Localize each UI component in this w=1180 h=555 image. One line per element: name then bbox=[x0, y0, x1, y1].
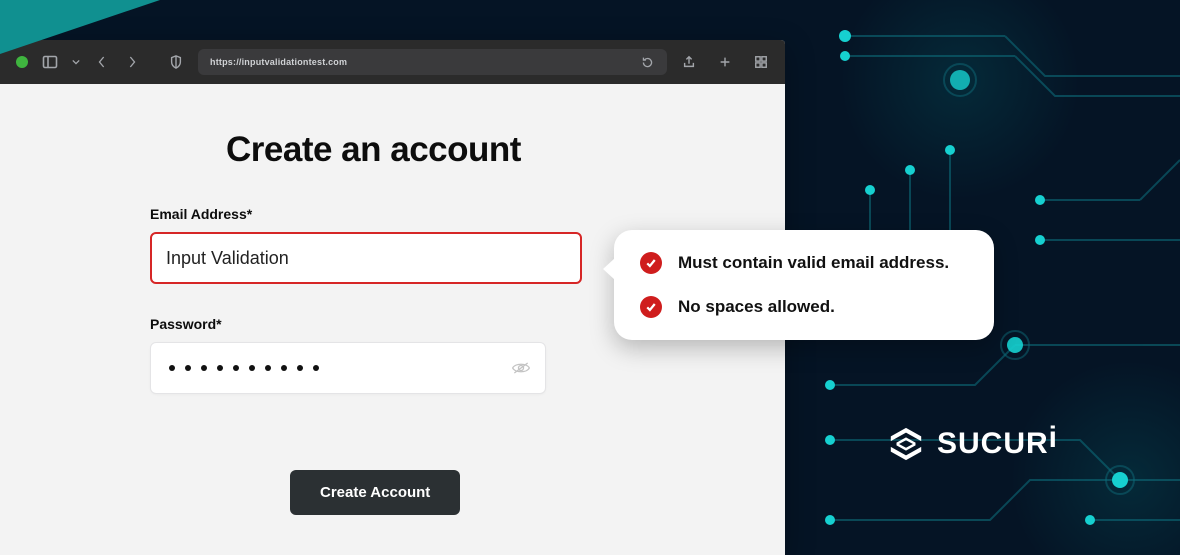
back-icon[interactable] bbox=[94, 54, 110, 70]
tabs-grid-icon[interactable] bbox=[753, 54, 769, 70]
password-input[interactable] bbox=[150, 342, 546, 394]
validation-text: Must contain valid email address. bbox=[678, 253, 949, 273]
decorative-corner bbox=[0, 0, 160, 54]
new-tab-icon[interactable] bbox=[717, 54, 733, 70]
error-check-icon bbox=[640, 296, 662, 318]
forward-icon[interactable] bbox=[124, 54, 140, 70]
brand-logo: SUCURi bbox=[887, 425, 1058, 463]
address-bar[interactable]: https://inputvalidationtest.com bbox=[198, 49, 667, 75]
email-label: Email Address* bbox=[150, 206, 635, 222]
validation-item: Must contain valid email address. bbox=[640, 252, 968, 274]
logo-mark-icon bbox=[887, 425, 925, 463]
create-account-button[interactable]: Create Account bbox=[290, 470, 460, 515]
password-field-group: Password* bbox=[150, 316, 635, 394]
password-dots bbox=[165, 365, 503, 371]
password-label: Password* bbox=[150, 316, 635, 332]
validation-tooltip: Must contain valid email address. No spa… bbox=[614, 230, 994, 340]
sidebar-toggle-icon[interactable] bbox=[42, 54, 58, 70]
error-check-icon bbox=[640, 252, 662, 274]
logo-wordmark: SUCURi bbox=[937, 427, 1058, 461]
email-input[interactable] bbox=[150, 232, 582, 284]
url-text: https://inputvalidationtest.com bbox=[210, 57, 631, 67]
eye-icon[interactable] bbox=[511, 358, 531, 378]
reload-icon[interactable] bbox=[639, 54, 655, 70]
validation-item: No spaces allowed. bbox=[640, 296, 968, 318]
shield-icon[interactable] bbox=[168, 54, 184, 70]
validation-text: No spaces allowed. bbox=[678, 297, 835, 317]
window-control-dot bbox=[16, 56, 28, 68]
chevron-down-icon[interactable] bbox=[72, 54, 80, 70]
share-icon[interactable] bbox=[681, 54, 697, 70]
page-title: Create an account bbox=[226, 130, 635, 170]
email-field-group: Email Address* bbox=[150, 206, 635, 284]
